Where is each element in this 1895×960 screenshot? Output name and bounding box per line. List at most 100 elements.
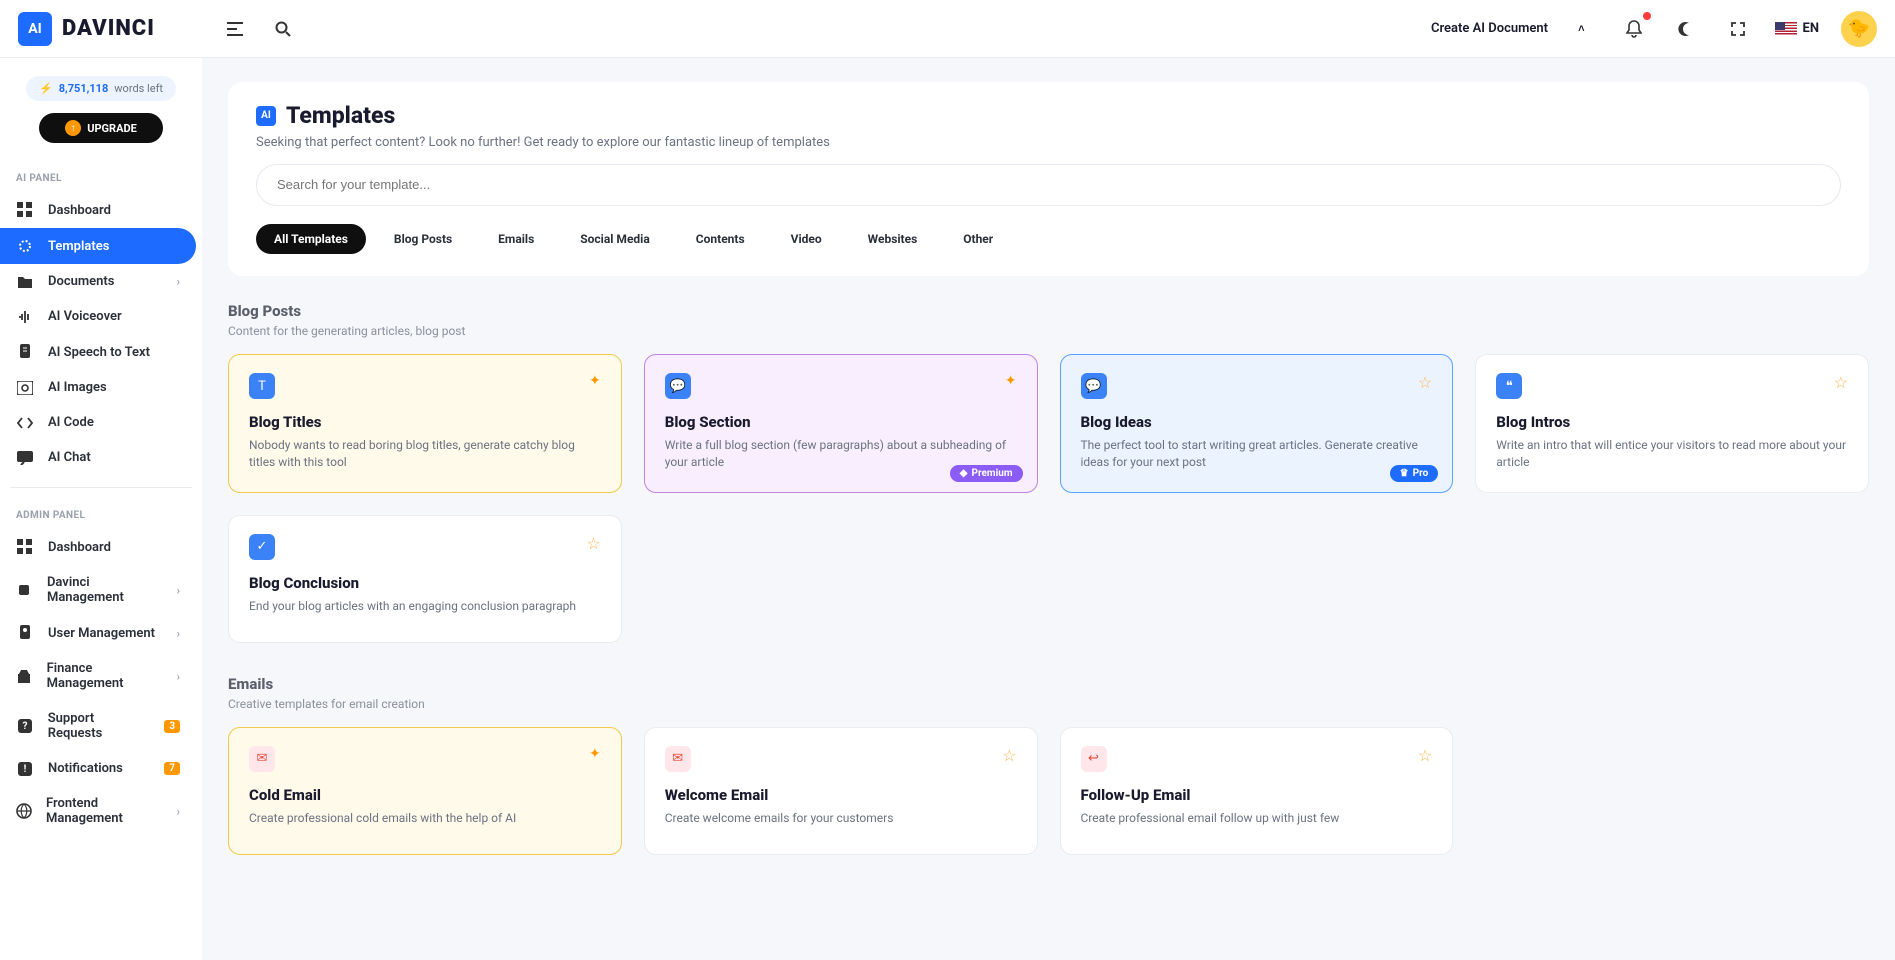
sidebar-item-label: AI Code [48, 415, 94, 430]
sparkle-icon[interactable]: ✦ [589, 746, 601, 762]
sidebar-item-templates[interactable]: Templates [0, 228, 196, 264]
sidebar-item-label: AI Chat [48, 450, 91, 465]
section-subtitle: Content for the generating articles, blo… [228, 324, 1869, 338]
card-blog-conclusion[interactable]: ✓ ☆ Blog Conclusion End your blog articl… [228, 515, 622, 643]
card-welcome-email[interactable]: ✉ ☆ Welcome Email Create welcome emails … [644, 727, 1038, 855]
sidebar-item-davinci-mgmt[interactable]: Davinci Management › [0, 565, 196, 615]
menu-toggle-button[interactable] [220, 14, 250, 44]
sidebar-item-voiceover[interactable]: AI Voiceover [0, 299, 196, 334]
card-title: Blog Conclusion [249, 574, 601, 592]
card-desc: Nobody wants to read boring blog titles,… [249, 437, 601, 472]
chevron-right-icon: › [177, 275, 180, 288]
sidebar-item-label: Frontend Management [46, 796, 163, 826]
card-desc: Create professional cold emails with the… [249, 810, 601, 827]
sidebar-item-finance-mgmt[interactable]: Finance Management › [0, 651, 196, 701]
pro-badge: ♛ Pro [1390, 465, 1439, 482]
template-icon: 💬 [665, 373, 691, 399]
create-document-label: Create AI Document [1431, 21, 1548, 36]
logo-icon: AI [18, 12, 52, 46]
sidebar-item-label: Finance Management [47, 661, 163, 691]
tab-emails[interactable]: Emails [480, 224, 552, 254]
star-outline-icon[interactable]: ☆ [586, 534, 600, 553]
star-outline-icon[interactable]: ☆ [1418, 373, 1432, 392]
card-title: Blog Intros [1496, 413, 1848, 431]
fullscreen-button[interactable] [1723, 14, 1753, 44]
sidebar-item-label: Dashboard [48, 540, 111, 555]
notifications-button[interactable] [1619, 14, 1649, 44]
card-title: Cold Email [249, 786, 601, 804]
language-label: EN [1803, 21, 1820, 36]
upgrade-button[interactable]: ↑ UPGRADE [39, 113, 163, 143]
chip-icon [16, 582, 33, 598]
section-title: Emails [228, 675, 1869, 693]
language-selector[interactable]: EN [1775, 21, 1820, 36]
main-content: AI Templates Seeking that perfect conten… [202, 58, 1895, 960]
card-blog-ideas[interactable]: 💬 ☆ Blog Ideas The perfect tool to start… [1060, 354, 1454, 493]
card-blog-section[interactable]: 💬 ✦ Blog Section Write a full blog secti… [644, 354, 1038, 493]
sidebar: ⚡ 8,751,118 words left ↑ UPGRADE AI PANE… [0, 58, 202, 960]
sidebar-item-label: User Management [48, 626, 155, 641]
sidebar-item-admin-dashboard[interactable]: Dashboard [0, 529, 196, 565]
voiceover-icon [16, 310, 34, 324]
sidebar-item-label: AI Voiceover [48, 309, 122, 324]
badge-label: Pro [1413, 468, 1429, 479]
sidebar-item-label: Documents [48, 274, 114, 289]
sidebar-item-frontend-mgmt[interactable]: Frontend Management › [0, 786, 196, 836]
tab-contents[interactable]: Contents [678, 224, 763, 254]
card-title: Welcome Email [665, 786, 1017, 804]
sidebar-item-support[interactable]: ? Support Requests 3 [0, 701, 196, 751]
sidebar-item-notifications[interactable]: ! Notifications 7 [0, 751, 196, 786]
dashboard-icon [16, 202, 34, 218]
card-blog-titles[interactable]: T ✦ Blog Titles Nobody wants to read bor… [228, 354, 622, 493]
words-left-badge: ⚡ 8,751,118 words left [26, 76, 176, 101]
card-cold-email[interactable]: ✉ ✦ Cold Email Create professional cold … [228, 727, 622, 855]
search-button[interactable] [268, 14, 298, 44]
star-outline-icon[interactable]: ☆ [1418, 746, 1432, 765]
page-title-text: Templates [286, 102, 395, 129]
sidebar-item-label: Notifications [48, 761, 123, 776]
sidebar-item-dashboard[interactable]: Dashboard [0, 192, 196, 228]
search-input[interactable] [277, 177, 1820, 192]
tab-social[interactable]: Social Media [562, 224, 668, 254]
page-title-icon: AI [256, 106, 276, 126]
tab-video[interactable]: Video [773, 224, 840, 254]
sidebar-item-documents[interactable]: Documents › [0, 264, 196, 299]
create-document-dropdown[interactable]: Create AI Document ˄ [1419, 15, 1597, 42]
sparkle-icon[interactable]: ✦ [589, 373, 601, 389]
card-desc: Create professional email follow up with… [1081, 810, 1433, 827]
star-outline-icon[interactable]: ☆ [1834, 373, 1848, 392]
card-followup-email[interactable]: ↩ ☆ Follow-Up Email Create professional … [1060, 727, 1454, 855]
card-desc: The perfect tool to start writing great … [1081, 437, 1433, 472]
card-desc: End your blog articles with an engaging … [249, 598, 601, 615]
svg-text:!: ! [24, 764, 27, 775]
card-title: Blog Titles [249, 413, 601, 431]
tab-all[interactable]: All Templates [256, 224, 366, 254]
chevron-right-icon: › [177, 805, 180, 818]
card-blog-intros[interactable]: ❝ ☆ Blog Intros Write an intro that will… [1475, 354, 1869, 493]
sidebar-item-speech[interactable]: AI Speech to Text [0, 334, 196, 370]
chat-icon [16, 451, 34, 465]
support-icon: ? [16, 719, 34, 733]
sparkle-icon[interactable]: ✦ [1005, 373, 1017, 389]
images-icon [16, 381, 34, 395]
tab-websites[interactable]: Websites [850, 224, 936, 254]
template-icon: ✓ [249, 534, 275, 560]
template-icon: ✉ [249, 746, 275, 772]
badge-label: Premium [972, 468, 1013, 479]
sidebar-item-label: Davinci Management [47, 575, 163, 605]
sidebar-item-code[interactable]: AI Code [0, 405, 196, 440]
words-left-label: words left [114, 82, 163, 95]
search-input-wrap[interactable] [256, 164, 1841, 206]
logo[interactable]: AI DAVINCI [18, 12, 220, 46]
tab-other[interactable]: Other [945, 224, 1011, 254]
star-outline-icon[interactable]: ☆ [1002, 746, 1016, 765]
sidebar-item-chat[interactable]: AI Chat [0, 440, 196, 475]
sidebar-item-user-mgmt[interactable]: User Management › [0, 615, 196, 651]
notification-dot-icon [1643, 12, 1651, 20]
tab-blog[interactable]: Blog Posts [376, 224, 470, 254]
sidebar-item-images[interactable]: AI Images [0, 370, 196, 405]
dark-mode-button[interactable] [1671, 14, 1701, 44]
avatar[interactable]: 🐤 [1841, 11, 1877, 47]
words-left-count: 8,751,118 [59, 82, 109, 95]
card-desc: Write an intro that will entice your vis… [1496, 437, 1848, 472]
